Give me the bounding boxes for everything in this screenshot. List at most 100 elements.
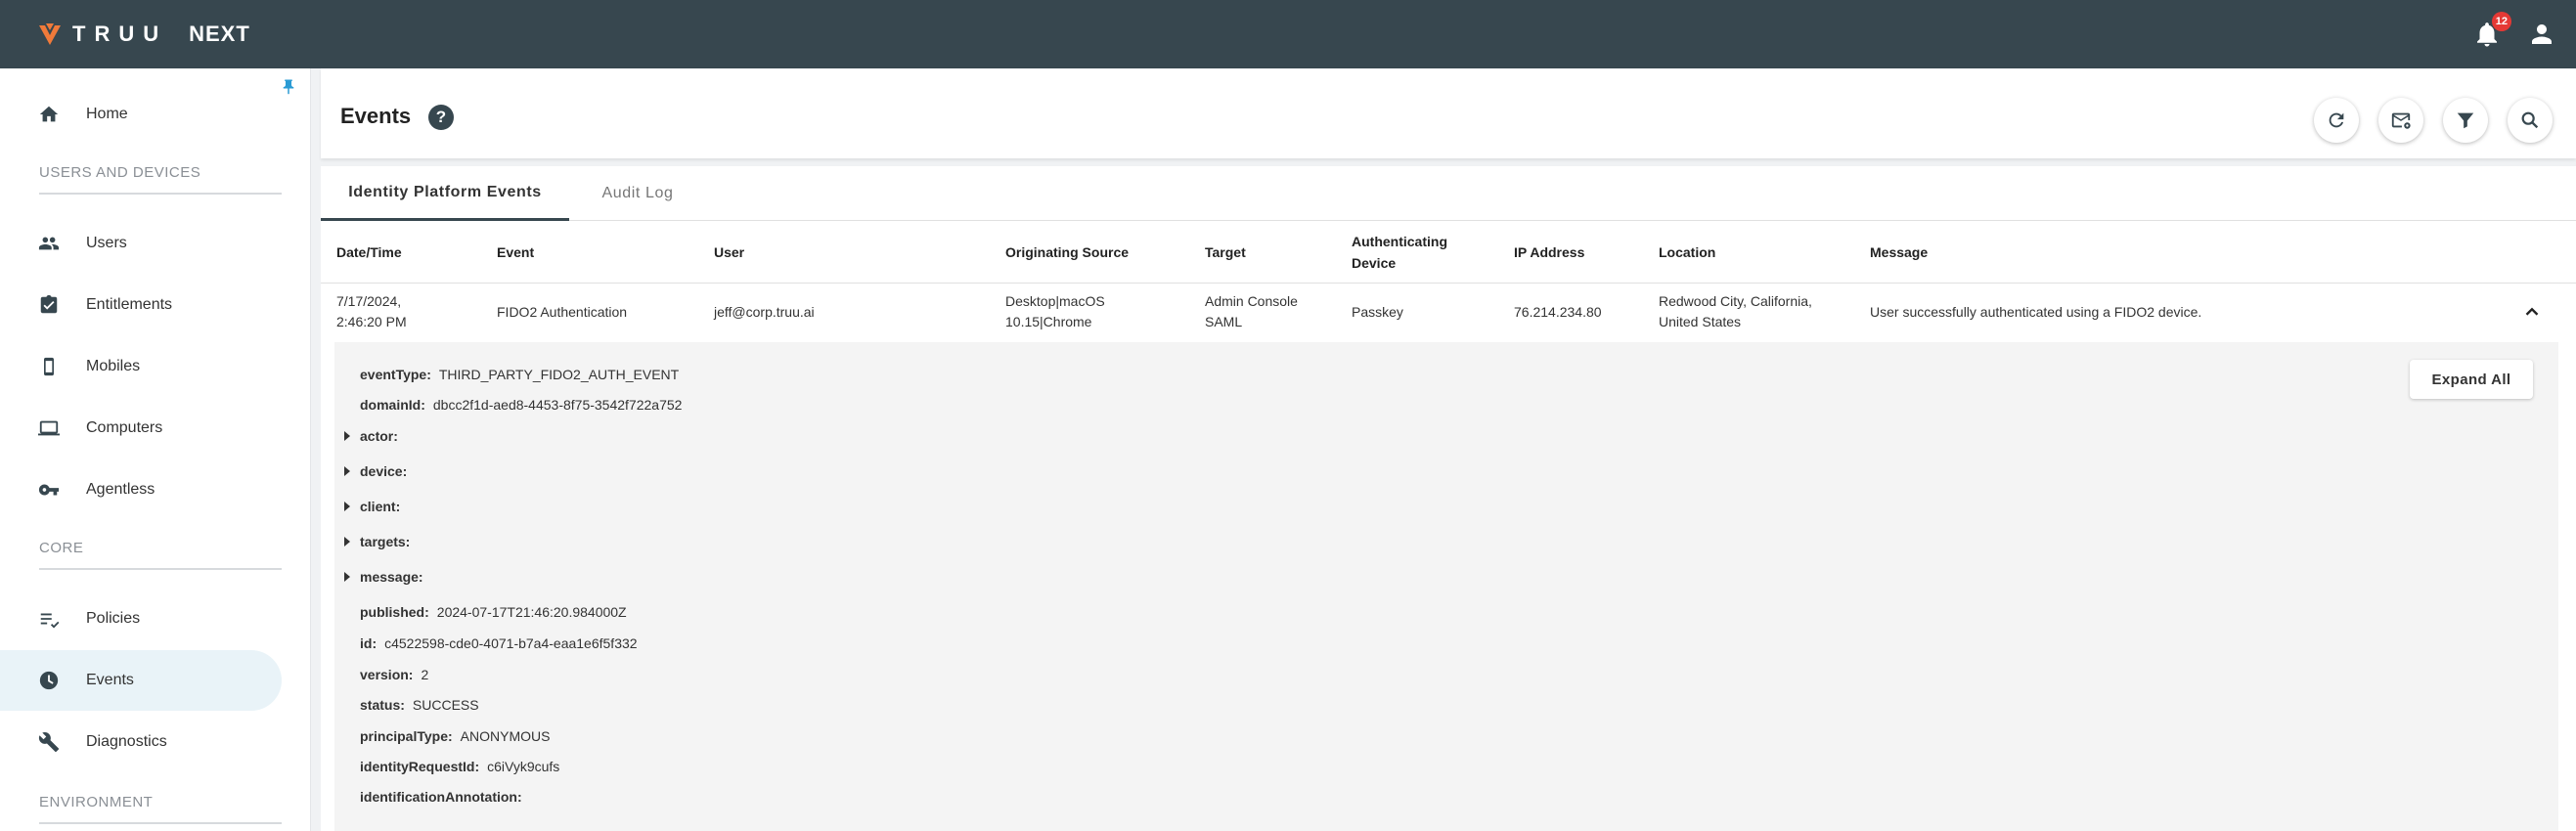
expand-all-button[interactable]: Expand All — [2410, 360, 2533, 399]
cell-message: User successfully authenticated using a … — [1870, 303, 2202, 320]
cell-target: Admin Console SAML — [1205, 284, 1298, 340]
column-header-authenticating-device[interactable]: Authenticating Device — [1352, 221, 1447, 284]
wrench-icon — [37, 730, 61, 754]
email-settings-icon — [2391, 112, 2411, 129]
caret-right-icon — [344, 502, 350, 511]
sidebar: Home USERS AND DEVICES Users Entitlement… — [0, 68, 311, 831]
field-value: 2 — [421, 667, 429, 682]
column-header-location[interactable]: Location — [1659, 221, 1715, 284]
cell-line: 2:46:20 PM — [336, 314, 407, 329]
cell-authenticating-device: Passkey — [1352, 303, 1403, 320]
table-row[interactable]: 7/17/2024, 2:46:20 PM FIDO2 Authenticati… — [321, 284, 2576, 340]
cell-line: 7/17/2024, — [336, 293, 402, 309]
caret-right-icon — [344, 466, 350, 476]
sidebar-item-computers[interactable]: Computers — [0, 398, 282, 459]
field-value: THIRD_PARTY_FIDO2_AUTH_EVENT — [438, 367, 680, 382]
field-key: targets: — [360, 534, 411, 549]
section-header-environment: ENVIRONMENT — [39, 794, 282, 824]
field-key: identificationAnnotation: — [360, 789, 522, 805]
event-detail-panel: Expand All eventType: THIRD_PARTY_FIDO2_… — [334, 342, 2558, 831]
field-value: SUCCESS — [412, 697, 479, 713]
notification-badge: 12 — [2491, 12, 2511, 31]
events-panel: Identity Platform Events Audit Log Date/… — [321, 166, 2576, 831]
section-header-users-devices: USERS AND DEVICES — [39, 164, 282, 195]
tab-audit-log[interactable]: Audit Log — [569, 166, 706, 221]
sidebar-item-events[interactable]: Events — [0, 650, 282, 711]
cell-event: FIDO2 Authentication — [497, 303, 628, 320]
field-key: message: — [360, 569, 423, 585]
assignment-check-icon — [37, 293, 61, 317]
sidebar-item-entitlements[interactable]: Entitlements — [0, 275, 282, 335]
cell-user: jeff@corp.truu.ai — [714, 303, 815, 320]
detail-node-actor[interactable]: actor: — [344, 425, 406, 447]
column-header-user[interactable]: User — [714, 221, 744, 284]
chevron-up-icon[interactable] — [2521, 301, 2543, 323]
sidebar-item-diagnostics[interactable]: Diagnostics — [0, 712, 282, 772]
cell-originating-source: Desktop|macOS 10.15|Chrome — [1005, 284, 1105, 340]
clock-icon — [37, 669, 61, 692]
column-header-line: Authenticating — [1352, 234, 1447, 249]
refresh-icon — [2329, 112, 2344, 128]
sidebar-item-mobiles[interactable]: Mobiles — [0, 336, 282, 397]
cell-line: United States — [1659, 314, 1742, 329]
detail-node-targets[interactable]: targets: — [344, 531, 418, 552]
detail-node-message[interactable]: message: — [344, 566, 431, 588]
sidebar-item-label: Entitlements — [86, 296, 173, 313]
sidebar-item-label: Diagnostics — [86, 733, 167, 750]
product-name: NEXT — [189, 22, 250, 46]
field-key: principalType: — [360, 728, 453, 744]
column-header-datetime[interactable]: Date/Time — [336, 221, 402, 284]
sidebar-item-agentless[interactable]: Agentless — [0, 459, 282, 520]
key-icon — [37, 478, 61, 502]
field-value: ANONYMOUS — [460, 728, 551, 744]
cell-line: Admin Console — [1205, 293, 1298, 309]
tab-identity-platform-events[interactable]: Identity Platform Events — [321, 166, 569, 221]
people-icon — [37, 232, 61, 255]
home-icon — [37, 103, 61, 126]
field-value: c4522598-cde0-4071-b7a4-eaa1e6f5f332 — [384, 635, 638, 651]
column-header-ip-address[interactable]: IP Address — [1514, 221, 1584, 284]
help-icon[interactable]: ? — [428, 105, 454, 130]
caret-right-icon — [344, 431, 350, 441]
page-title: Events — [340, 104, 412, 128]
detail-field-status: status: SUCCESS — [360, 694, 479, 716]
sidebar-item-label: Agentless — [86, 481, 155, 498]
pin-icon[interactable] — [280, 78, 297, 96]
column-header-originating-source[interactable]: Originating Source — [1005, 221, 1129, 284]
caret-right-icon — [344, 572, 350, 582]
field-key: actor: — [360, 428, 398, 444]
search-button[interactable] — [2508, 98, 2553, 143]
column-header-message[interactable]: Message — [1870, 221, 1928, 284]
field-value: 2024-07-17T21:46:20.984000Z — [436, 604, 627, 620]
cell-line: Desktop|macOS — [1005, 293, 1105, 309]
notifications-button[interactable]: 12 — [2472, 12, 2511, 49]
detail-node-client[interactable]: client: — [344, 496, 408, 517]
column-header-target[interactable]: Target — [1205, 221, 1246, 284]
detail-field-published: published: 2024-07-17T21:46:20.984000Z — [360, 601, 627, 623]
sidebar-item-users[interactable]: Users — [0, 213, 282, 274]
brand-logo[interactable]: TRUU NEXT — [37, 22, 250, 47]
account-icon[interactable] — [2527, 20, 2556, 49]
filter-button[interactable] — [2443, 98, 2488, 143]
email-settings-button[interactable] — [2378, 98, 2423, 143]
field-key: id: — [360, 635, 378, 651]
field-key: identityRequestId: — [360, 759, 480, 774]
sidebar-item-label: Events — [86, 672, 134, 688]
section-header-core: CORE — [39, 540, 282, 570]
search-icon — [2521, 111, 2539, 129]
cell-line: 10.15|Chrome — [1005, 314, 1092, 329]
detail-node-device[interactable]: device: — [344, 460, 415, 482]
refresh-button[interactable] — [2314, 98, 2359, 143]
cell-line: Redwood City, California, — [1659, 293, 1812, 309]
sidebar-item-policies[interactable]: Policies — [0, 589, 282, 649]
field-key: domainId: — [360, 397, 425, 413]
field-key: published: — [360, 604, 429, 620]
brand-name: TRUU — [72, 22, 168, 46]
cell-datetime: 7/17/2024, 2:46:20 PM — [336, 284, 407, 340]
detail-field-event-type: eventType: THIRD_PARTY_FIDO2_AUTH_EVENT — [360, 364, 679, 385]
sidebar-item-home[interactable]: Home — [0, 84, 282, 145]
policy-list-icon — [37, 607, 61, 631]
detail-field-version: version: 2 — [360, 664, 428, 685]
column-header-event[interactable]: Event — [497, 221, 534, 284]
field-key: status: — [360, 697, 405, 713]
